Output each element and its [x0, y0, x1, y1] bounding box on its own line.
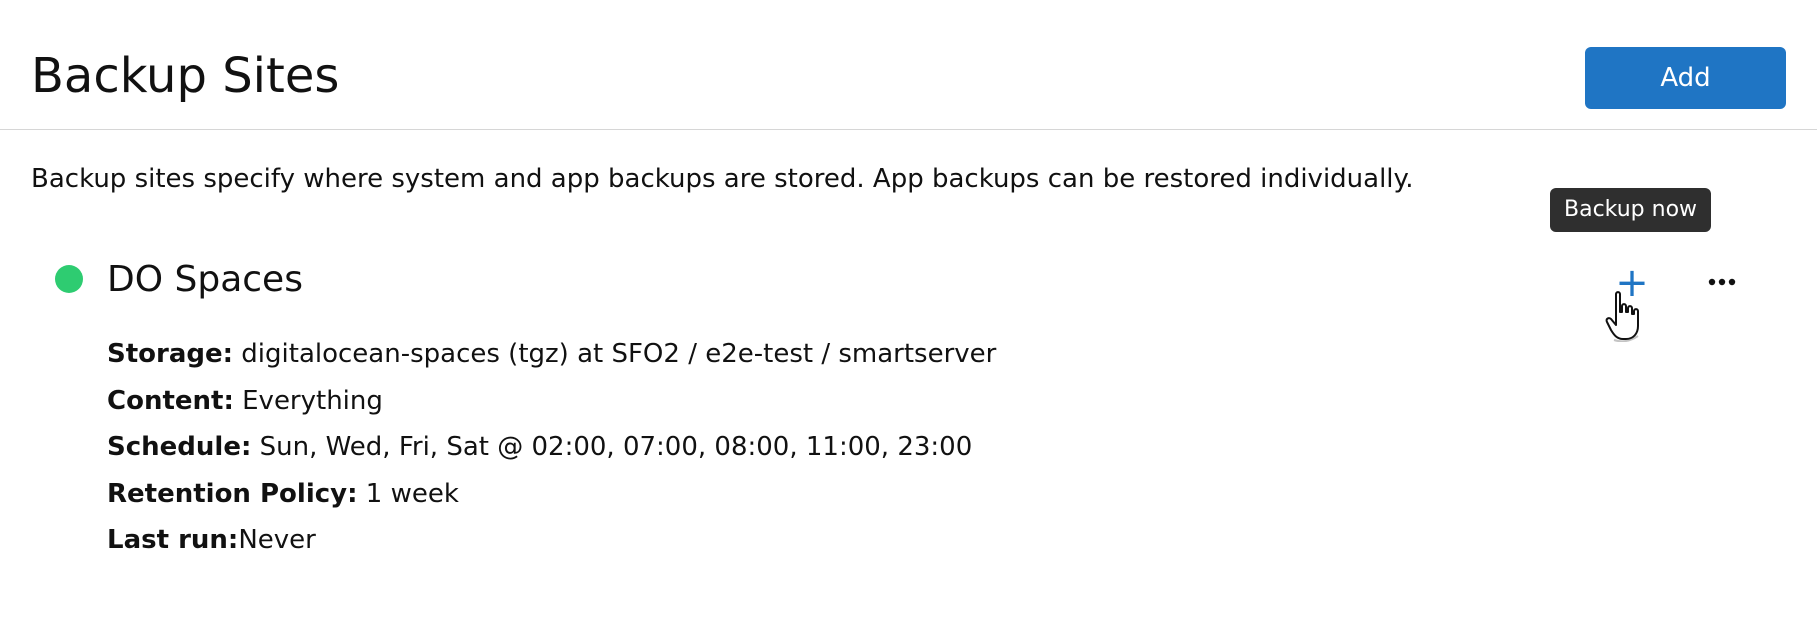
- page-description: Backup sites specify where system and ap…: [31, 164, 1414, 194]
- storage-value: digitalocean-spaces (tgz) at SFO2 / e2e-…: [241, 339, 997, 369]
- retention-row: Retention Policy: 1 week: [107, 471, 996, 518]
- content-row: Content: Everything: [107, 378, 996, 425]
- header-divider: [0, 129, 1817, 130]
- content-label: Content:: [107, 385, 234, 416]
- hand-pointer-icon: [1605, 291, 1639, 342]
- backup-now-tooltip: Backup now: [1550, 188, 1712, 232]
- last-run-label: Last run:: [107, 525, 239, 555]
- content-value: Everything: [242, 385, 383, 416]
- schedule-value: Sun, Wed, Fri, Sat @ 02:00, 07:00, 08:00…: [259, 432, 973, 462]
- last-run-value: Never: [238, 525, 316, 555]
- page-header: Backup Sites Add: [0, 0, 1817, 130]
- storage-row: Storage: digitalocean-spaces (tgz) at SF…: [107, 331, 996, 378]
- retention-label: Retention Policy:: [107, 478, 358, 509]
- backup-site-card: DO Spaces + Storage: digitalocean-spaces…: [0, 250, 1817, 570]
- add-button[interactable]: Add: [1585, 47, 1786, 109]
- site-details: Storage: digitalocean-spaces (tgz) at SF…: [107, 331, 996, 564]
- last-run-row: Last run:Never: [107, 517, 996, 564]
- page-title: Backup Sites: [31, 48, 340, 104]
- schedule-label: Schedule:: [107, 432, 252, 462]
- backup-sites-page: Backup Sites Add Backup sites specify wh…: [0, 0, 1817, 635]
- schedule-row: Schedule: Sun, Wed, Fri, Sat @ 02:00, 07…: [107, 424, 996, 471]
- status-indicator-icon: [55, 265, 83, 293]
- storage-label: Storage:: [107, 339, 234, 369]
- site-name: DO Spaces: [107, 259, 303, 300]
- more-options-button[interactable]: [1700, 267, 1744, 297]
- more-icon: [1708, 278, 1736, 286]
- retention-value: 1 week: [365, 478, 459, 509]
